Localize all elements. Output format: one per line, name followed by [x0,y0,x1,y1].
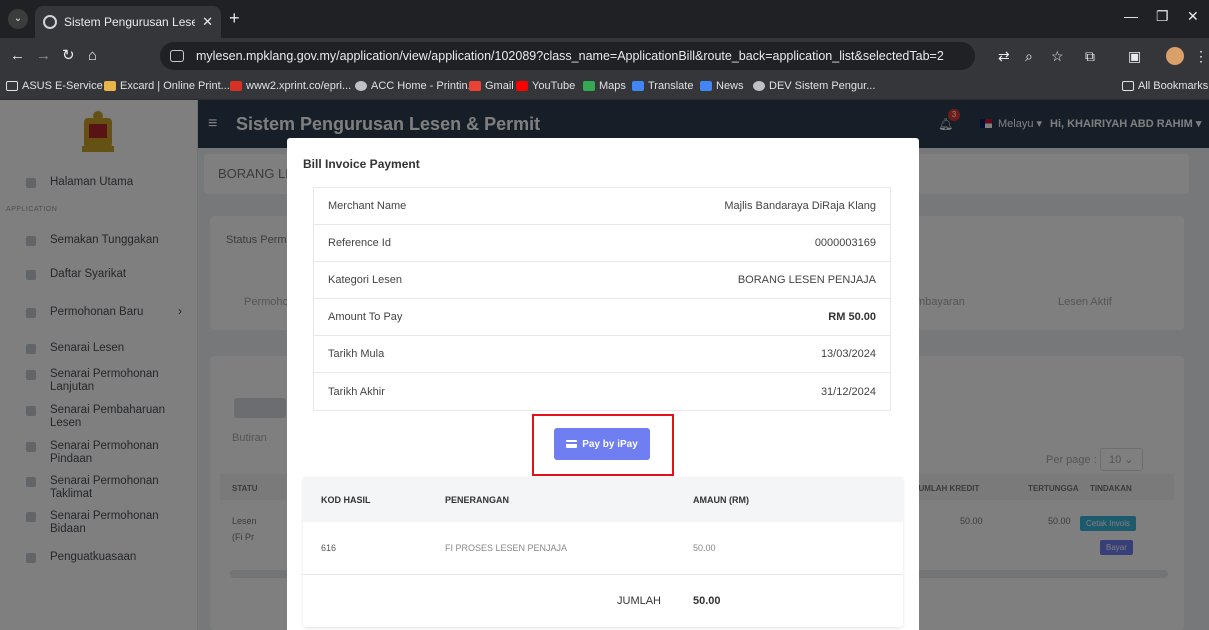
browser-tab-strip: ⌄ Sistem Pengurusan Lesen & Pe ✕ + — ❐ ✕ [0,0,1209,38]
folder-icon [1122,81,1134,91]
bill-items-table: KOD HASIL PENERANGAN AMAUN (RM) 616 FI P… [303,477,903,627]
news-icon [700,81,712,91]
info-label: Amount To Pay [328,311,403,323]
pay-button-label: Pay by iPay [582,438,638,450]
info-label: Tarikh Akhir [328,385,385,398]
bookmark-star-icon[interactable]: ☆ [1051,48,1064,64]
info-row-tarikh-akhir: Tarikh Akhir 31/12/2024 [314,373,890,410]
forward-icon[interactable]: → [36,47,51,64]
address-bar[interactable]: mylesen.mpklang.gov.my/application/view/… [160,42,975,70]
info-value: BORANG LESEN PENJAJA [737,274,876,286]
table-total-row: JUMLAH 50.00 [303,575,903,627]
maps-icon [583,81,595,91]
tab-search-button[interactable]: ⌄ [8,9,28,29]
bookmark-maps[interactable]: Maps [583,80,626,92]
info-row-amount: Amount To Pay RM 50.00 [314,299,890,336]
globe-icon [753,81,765,91]
bookmark-translate[interactable]: Translate [632,80,693,92]
credit-card-icon [566,440,578,448]
info-row-tarikh-mula: Tarikh Mula 13/03/2024 [314,336,890,373]
folder-icon [6,81,18,91]
bookmark-dev-sistem[interactable]: DEV Sistem Pengur... [753,80,875,92]
col-amaun: AMAUN (RM) [693,494,749,505]
close-window-icon[interactable]: ✕ [1187,8,1199,25]
total-value: 50.00 [693,595,721,607]
info-row-kategori: Kategori Lesen BORANG LESEN PENJAJA [314,262,890,299]
info-label: Reference Id [328,237,391,249]
table-row: 616 FI PROSES LESEN PENJAJA 50.00 [303,522,903,575]
globe-icon [355,81,367,91]
xprint-icon [230,81,242,91]
bookmarks-bar: ASUS E-Service Excard | Online Print... … [0,74,1209,100]
info-value: 0000003169 [814,237,876,249]
extensions-icon[interactable]: ⧉ [1085,48,1095,64]
side-panel-icon[interactable]: ▣ [1128,48,1141,64]
site-info-icon[interactable] [170,50,184,62]
info-label: Merchant Name [328,200,407,212]
translate-page-icon[interactable]: ⇄ [998,48,1010,64]
gmail-icon [469,81,481,91]
home-icon[interactable]: ⌂ [88,47,97,64]
bookmark-youtube[interactable]: YouTube [516,80,575,92]
back-icon[interactable]: ← [10,47,25,64]
excard-icon [104,81,116,91]
col-kod-hasil: KOD HASIL [321,494,371,505]
youtube-icon [516,81,528,91]
profile-avatar[interactable] [1166,47,1184,65]
pay-by-ipay-button[interactable]: Pay by iPay [554,428,650,460]
zoom-icon[interactable]: ⌕ [1025,48,1033,64]
info-label: Kategori Lesen [328,274,402,286]
tab-close-icon[interactable]: ✕ [202,14,213,30]
bookmark-excard[interactable]: Excard | Online Print... [104,80,230,92]
bill-invoice-payment-modal: Bill Invoice Payment Merchant Name Majli… [287,138,919,630]
info-value: RM 50.00 [828,311,876,323]
payment-info-table: Merchant Name Majlis Bandaraya DiRaja Kl… [313,187,891,411]
bookmark-xprint[interactable]: www2.xprint.co/epri... [230,80,351,92]
info-label: Tarikh Mula [328,348,385,360]
reload-icon[interactable]: ↻ [62,47,75,64]
app-page: APPLICATION Halaman Utama Semakan Tungga… [0,100,1209,630]
all-bookmarks[interactable]: All Bookmarks [1122,80,1208,92]
address-toolbar: ← → ↻ ⌂ mylesen.mpklang.gov.my/applicati… [0,38,1209,74]
cell-penerangan: FI PROSES LESEN PENJAJA [445,543,568,553]
browser-tab-active[interactable]: Sistem Pengurusan Lesen & Pe ✕ [35,6,221,38]
table-header: KOD HASIL PENERANGAN AMAUN (RM) [303,477,903,522]
address-url: mylesen.mpklang.gov.my/application/view/… [196,49,944,63]
info-row-reference: Reference Id 0000003169 [314,225,890,262]
cell-amaun: 50.00 [693,543,716,553]
tab-title: Sistem Pengurusan Lesen & Pe [64,15,196,29]
restore-icon[interactable]: ❐ [1156,8,1169,25]
modal-title: Bill Invoice Payment [303,157,420,171]
cell-kod: 616 [321,543,337,553]
bookmark-gmail[interactable]: Gmail [469,80,514,92]
info-value: 13/03/2024 [820,348,876,360]
info-value: 31/12/2024 [820,385,876,398]
bookmark-acc[interactable]: ACC Home - Printin... [355,80,477,92]
site-favicon-icon [43,15,57,29]
total-label: JUMLAH [617,595,662,607]
info-row-merchant: Merchant Name Majlis Bandaraya DiRaja Kl… [314,188,890,225]
bookmark-news[interactable]: News [700,80,744,92]
minimize-icon[interactable]: — [1124,8,1138,24]
col-penerangan: PENERANGAN [445,494,510,505]
translate-icon [632,81,644,91]
bookmark-asus[interactable]: ASUS E-Service [6,80,103,92]
info-value: Majlis Bandaraya DiRaja Klang [724,200,876,212]
browser-menu-icon[interactable]: ⋮ [1194,48,1208,64]
new-tab-button[interactable]: + [229,9,240,27]
